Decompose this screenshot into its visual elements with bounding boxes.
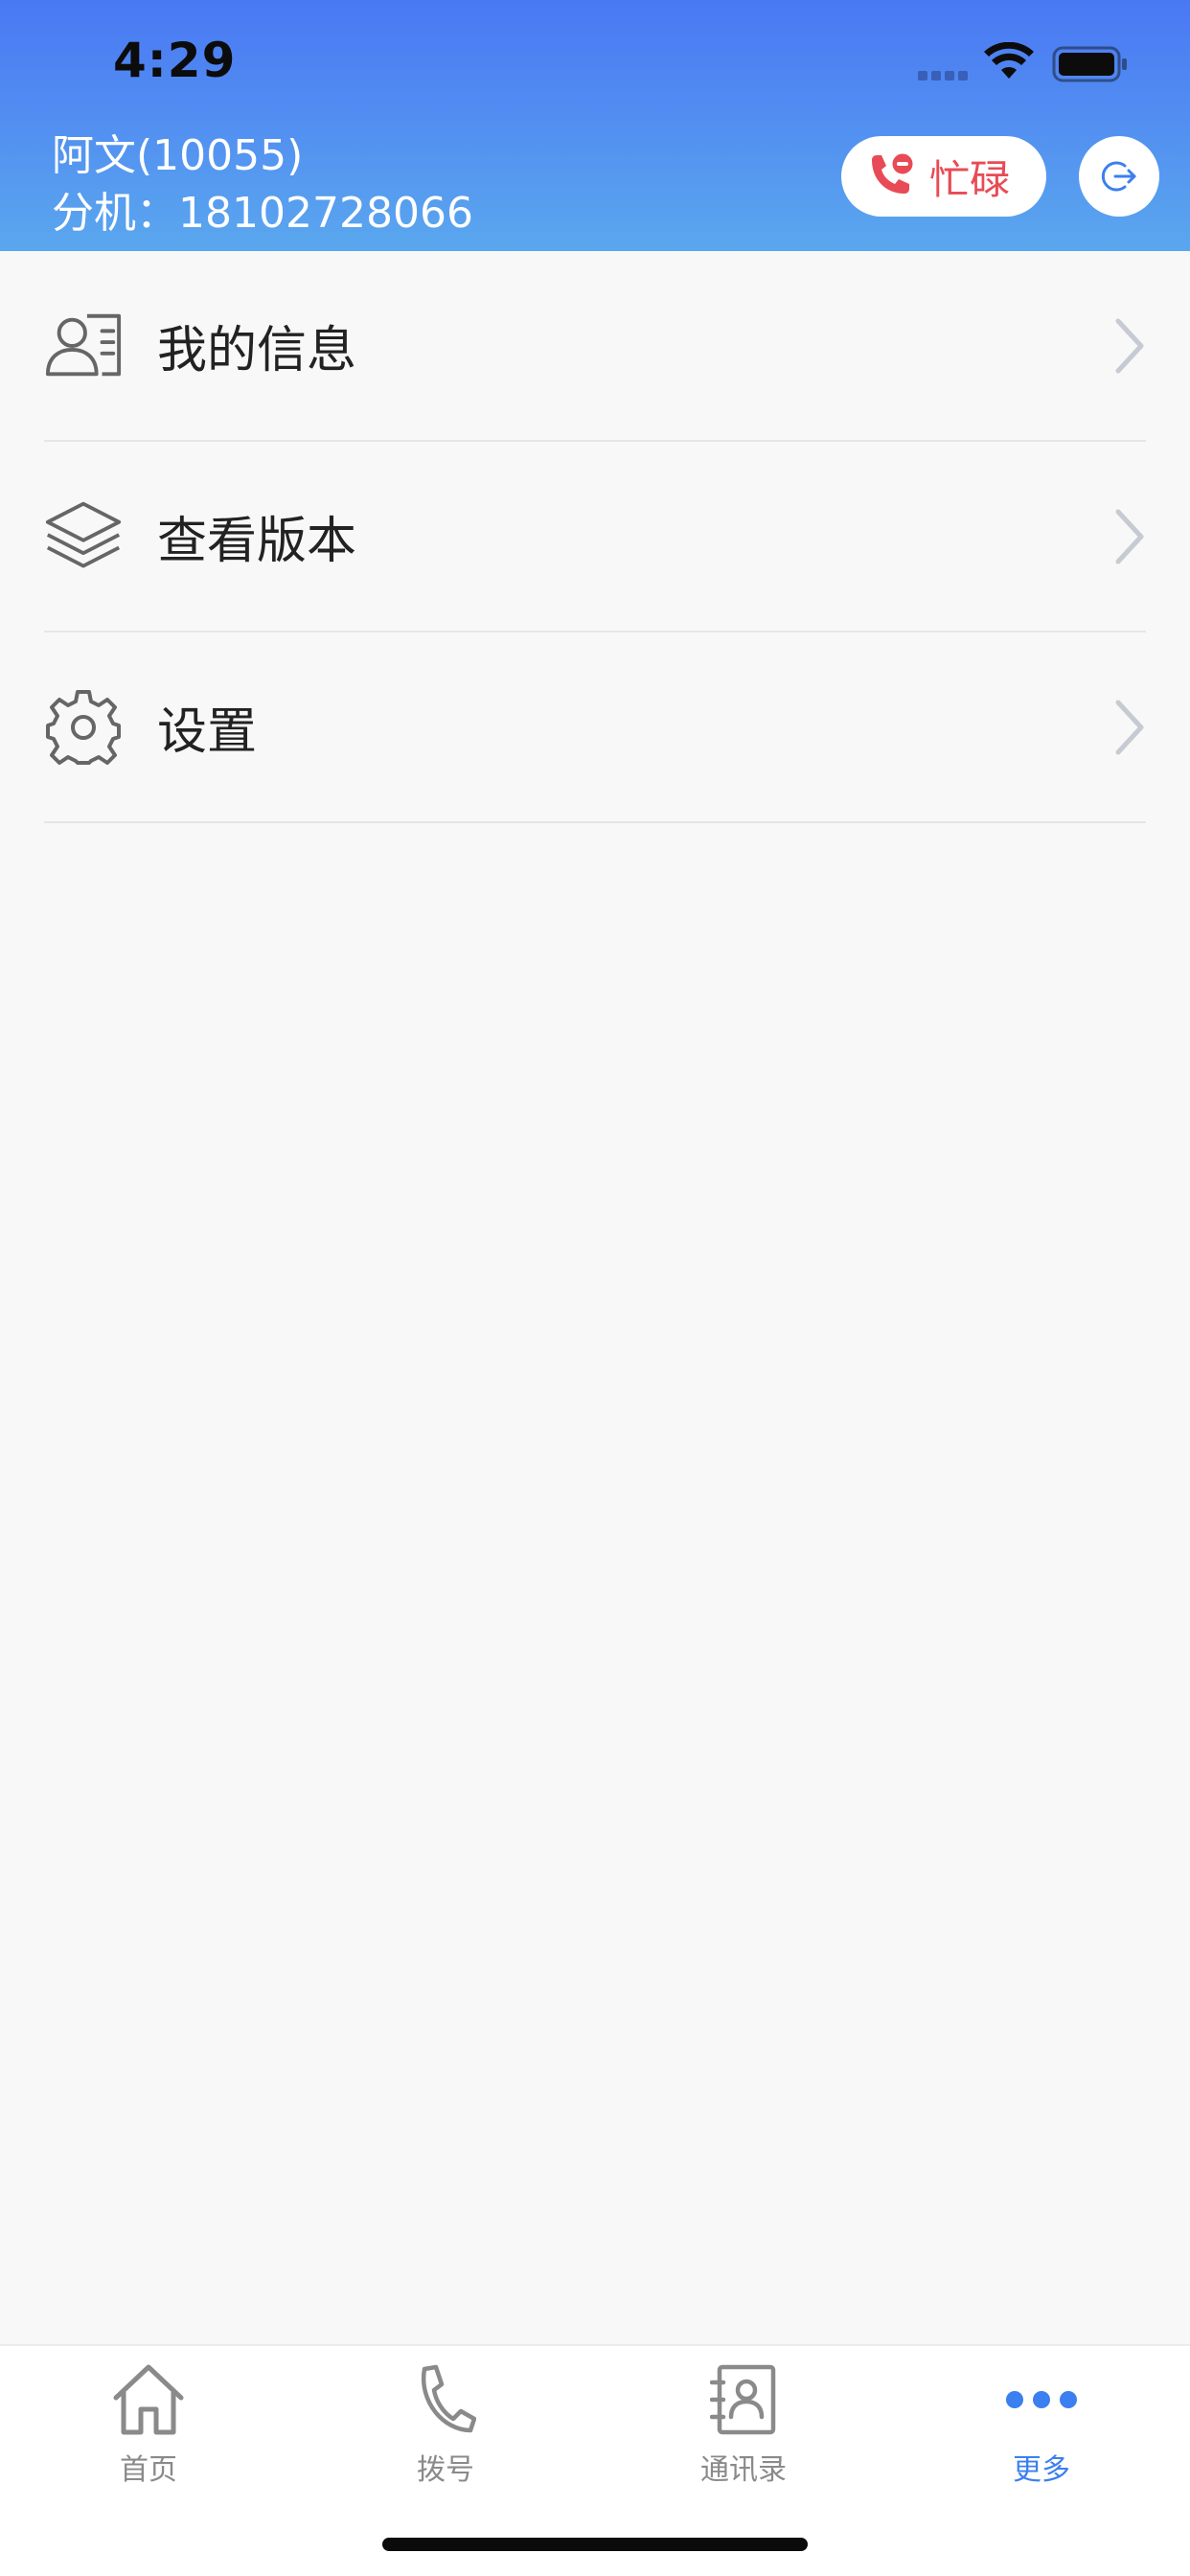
home-icon [110, 2359, 187, 2440]
menu-item-label: 设置 [157, 703, 258, 761]
logout-icon [1101, 161, 1136, 192]
chevron-right-icon [1115, 318, 1144, 373]
status-time: 4:29 [113, 33, 237, 88]
phone-icon [415, 2359, 476, 2440]
busy-status-button[interactable]: 忙碌 [841, 136, 1046, 217]
busy-phone-icon [872, 150, 916, 194]
busy-status-label: 忙碌 [929, 155, 1011, 203]
menu-item-settings[interactable]: 设置 [44, 632, 1146, 823]
tab-dial[interactable]: 拨号 [350, 2346, 541, 2490]
tab-label: 拨号 [417, 2453, 474, 2487]
chevron-right-icon [1115, 700, 1144, 754]
tab-home[interactable]: 首页 [53, 2346, 244, 2490]
wifi-icon [984, 42, 1034, 79]
tab-label: 通讯录 [700, 2453, 787, 2487]
address-book-icon [710, 2359, 777, 2440]
extension-number: 分机：18102728066 [52, 189, 473, 238]
tab-contacts[interactable]: 通讯录 [648, 2346, 839, 2490]
user-name: 阿文(10055) [52, 131, 304, 180]
more-screen: 4:29 阿文(10055) 分机：18102728066 忙碌 我的信息 查看… [0, 0, 1190, 2576]
menu-item-my-info[interactable]: 我的信息 [44, 251, 1146, 442]
battery-icon [1052, 46, 1127, 82]
layers-icon [44, 497, 123, 576]
more-dots-icon [1005, 2359, 1078, 2440]
contact-card-icon [44, 307, 123, 385]
tab-label: 更多 [1013, 2453, 1070, 2487]
menu-item-label: 查看版本 [157, 513, 357, 570]
cellular-signal-icon [918, 71, 968, 80]
gear-icon [44, 688, 123, 767]
chevron-right-icon [1115, 509, 1144, 564]
header: 4:29 阿文(10055) 分机：18102728066 忙碌 [0, 0, 1190, 251]
menu-list: 我的信息 查看版本 设置 [0, 251, 1190, 823]
logout-button[interactable] [1079, 136, 1159, 217]
tab-more[interactable]: 更多 [946, 2346, 1137, 2490]
menu-item-view-version[interactable]: 查看版本 [44, 442, 1146, 632]
home-indicator[interactable] [382, 2538, 808, 2551]
tab-label: 首页 [120, 2453, 177, 2487]
menu-item-label: 我的信息 [157, 322, 357, 380]
